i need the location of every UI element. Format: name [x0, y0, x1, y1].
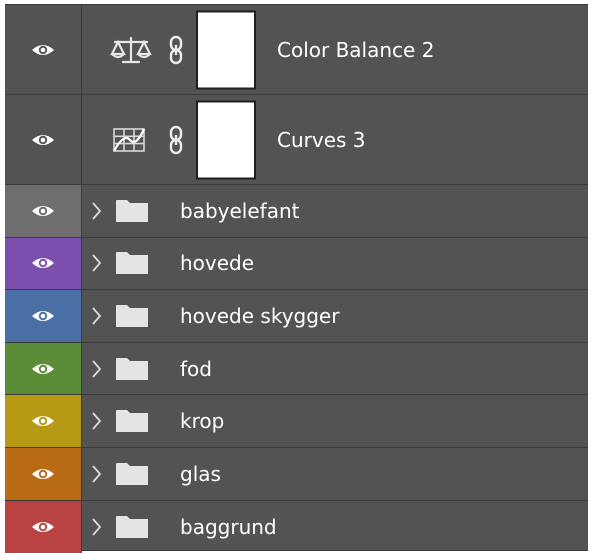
layer-mask-thumbnail[interactable] — [196, 100, 256, 179]
folder-icon — [116, 462, 148, 485]
chevron-right-icon[interactable] — [90, 464, 102, 484]
visibility-toggle[interactable] — [5, 342, 82, 395]
layers-panel: Color Balance 2 Curves 3 babyelefant hov… — [5, 4, 588, 553]
visibility-toggle[interactable] — [5, 5, 82, 94]
folder-icon — [116, 199, 148, 222]
folder-icon — [116, 304, 148, 327]
folder-icon — [116, 410, 148, 433]
layer-name[interactable]: fod — [180, 357, 212, 381]
layer-row-curves-3[interactable]: Curves 3 — [5, 95, 588, 185]
visibility-toggle[interactable] — [5, 95, 82, 184]
visibility-toggle[interactable] — [5, 237, 82, 290]
chevron-right-icon[interactable] — [90, 201, 102, 221]
eye-icon[interactable] — [31, 308, 55, 324]
layer-row-color-balance-2[interactable]: Color Balance 2 — [5, 5, 588, 95]
chevron-right-icon[interactable] — [90, 306, 102, 326]
chain-link-icon[interactable] — [168, 35, 184, 65]
eye-icon[interactable] — [31, 466, 55, 482]
layer-name[interactable]: Color Balance 2 — [277, 38, 434, 62]
eye-icon[interactable] — [31, 413, 55, 429]
visibility-toggle[interactable] — [5, 290, 82, 342]
layer-name[interactable]: hovede — [180, 251, 254, 275]
layer-group-hovede[interactable]: hovede — [5, 237, 588, 291]
eye-icon[interactable] — [31, 42, 55, 58]
visibility-toggle[interactable] — [5, 395, 82, 447]
layer-group-babyelefant[interactable]: babyelefant — [5, 185, 588, 238]
layer-mask-thumbnail[interactable] — [196, 10, 256, 89]
eye-icon[interactable] — [31, 255, 55, 271]
folder-icon — [116, 252, 148, 275]
layer-group-fod[interactable]: fod — [5, 342, 588, 396]
layer-name[interactable]: Curves 3 — [277, 128, 366, 152]
folder-icon — [116, 515, 148, 538]
layer-name[interactable]: glas — [180, 462, 221, 486]
chevron-right-icon[interactable] — [90, 253, 102, 273]
layer-group-hovede-skygger[interactable]: hovede skygger — [5, 290, 588, 343]
eye-icon[interactable] — [31, 361, 55, 377]
chevron-right-icon[interactable] — [90, 517, 102, 537]
visibility-toggle[interactable] — [5, 185, 82, 237]
curves-icon — [113, 127, 146, 152]
eye-icon[interactable] — [31, 132, 55, 148]
visibility-toggle[interactable] — [5, 500, 82, 553]
layer-group-baggrund[interactable]: baggrund — [5, 500, 588, 553]
color-balance-icon — [110, 36, 152, 63]
layer-name[interactable]: baggrund — [180, 515, 277, 539]
layer-name[interactable]: babyelefant — [180, 199, 299, 223]
eye-icon[interactable] — [31, 519, 55, 535]
eye-icon[interactable] — [31, 203, 55, 219]
layer-group-glas[interactable]: glas — [5, 447, 588, 501]
chain-link-icon[interactable] — [168, 125, 184, 155]
visibility-toggle[interactable] — [5, 447, 82, 500]
layer-group-krop[interactable]: krop — [5, 395, 588, 448]
layer-name[interactable]: krop — [180, 409, 224, 433]
chevron-right-icon[interactable] — [90, 359, 102, 379]
folder-icon — [116, 357, 148, 380]
chevron-right-icon[interactable] — [90, 411, 102, 431]
layer-name[interactable]: hovede skygger — [180, 304, 339, 328]
